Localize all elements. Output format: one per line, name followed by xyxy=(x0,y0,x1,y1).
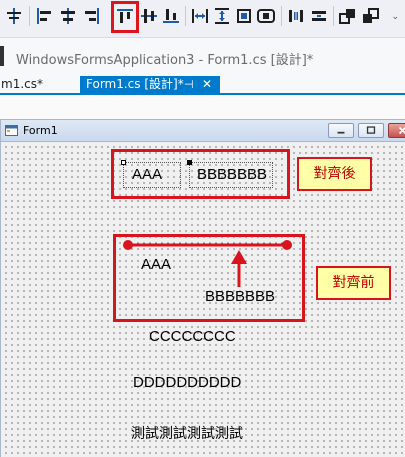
align-rights-icon[interactable] xyxy=(81,5,103,27)
bring-to-front-icon[interactable] xyxy=(337,5,359,27)
minimize-button[interactable] xyxy=(328,123,354,138)
title-stub xyxy=(0,46,4,66)
size-to-grid-icon[interactable] xyxy=(233,5,255,27)
maximize-icon xyxy=(366,126,376,134)
align-bottoms-icon[interactable] xyxy=(160,5,182,27)
make-same-size-icon[interactable] xyxy=(255,5,277,27)
close-window-button[interactable] xyxy=(388,123,405,138)
horizontal-spacing-icon[interactable] xyxy=(285,5,307,27)
label-test-cjk[interactable]: 測試測試測試測試 xyxy=(131,423,243,443)
vertical-spacing-icon[interactable] xyxy=(308,5,330,27)
align-centers-icon[interactable] xyxy=(57,5,79,27)
form-title: Form1 xyxy=(23,124,58,137)
form-titlebar[interactable]: Form1 xyxy=(1,120,405,142)
before-highlight-box xyxy=(113,234,305,322)
label-ddd[interactable]: DDDDDDDDDD xyxy=(133,374,241,391)
minimize-icon xyxy=(337,131,345,134)
align-lefts-icon[interactable] xyxy=(33,5,55,27)
solution-title: WindowsFormsApplication3 - Form1.cs [設計]… xyxy=(16,53,314,68)
make-same-height-icon[interactable] xyxy=(211,5,233,27)
align-middles-icon[interactable] xyxy=(138,5,160,27)
toolbar-highlight-box xyxy=(111,1,139,33)
label-ccc[interactable]: CCCCCCCC xyxy=(149,328,236,345)
tab-form1-designer-label: Form1.cs [設計]* xyxy=(86,77,184,91)
visual-studio-designer: ⌄ WindowsFormsApplication3 - Form1.cs [設… xyxy=(0,0,405,457)
pin-icon[interactable]: ⊣ xyxy=(184,76,194,93)
tab-form1-designer[interactable]: Form1.cs [設計]* ⊣ ✕ xyxy=(80,76,220,93)
after-callout: 對齊後 xyxy=(297,157,372,191)
tab-form1-code[interactable]: m1.cs* xyxy=(0,76,43,93)
before-callout: 對齊前 xyxy=(316,266,391,300)
send-to-back-icon[interactable] xyxy=(360,5,382,27)
after-highlight-box xyxy=(111,149,290,199)
maximize-button[interactable] xyxy=(358,123,384,138)
make-same-width-icon[interactable] xyxy=(189,5,211,27)
document-tab-strip: m1.cs* Form1.cs [設計]* ⊣ ✕ xyxy=(0,76,405,93)
solution-title-row: WindowsFormsApplication3 - Form1.cs [設計]… xyxy=(0,38,405,76)
toolbar-overflow-icon[interactable]: ⌄ xyxy=(391,12,399,22)
close-icon[interactable]: ✕ xyxy=(202,76,212,93)
layout-toolbar: ⌄ xyxy=(0,0,405,38)
align-to-grid-icon[interactable] xyxy=(3,5,25,27)
form-icon xyxy=(5,125,18,136)
close-x-icon xyxy=(398,126,405,135)
